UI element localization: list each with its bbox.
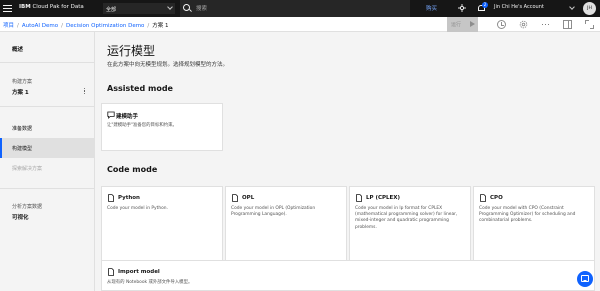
breadcrumb-project[interactable]: AutoAI Demo <box>22 23 58 29</box>
chat-help-button[interactable] <box>577 271 593 287</box>
connections-icon[interactable] <box>458 4 466 12</box>
scenario-sidebar: 概述 构建方案 方案 1 准备数据 构建模型 探索解决方案 分析方案数据 可视化 <box>0 32 95 291</box>
search-input[interactable] <box>196 4 396 13</box>
top-header: IBM Cloud Pak for Data 全部 购买 2 Jin Chi H… <box>0 0 600 17</box>
sidebar-scenario-section: 构建方案 <box>12 79 33 85</box>
breadcrumb-projects[interactable]: 项目 <box>3 23 14 29</box>
document-icon <box>232 194 238 202</box>
notifications-button[interactable]: 2 <box>477 2 488 13</box>
sidebar-item-explore-solution[interactable]: 探索解决方案 <box>0 158 95 178</box>
sidebar-item-prepare-data[interactable]: 准备数据 <box>0 118 95 138</box>
buy-link[interactable]: 购买 <box>426 4 437 12</box>
overflow-menu-icon[interactable] <box>541 20 550 29</box>
search-scope-label: 全部 <box>106 7 117 13</box>
settings-icon[interactable] <box>519 20 528 29</box>
sidebar-item-label: 探索解决方案 <box>12 166 43 172</box>
sidebar-item-build-model[interactable]: 构建模型 <box>0 138 95 158</box>
hamburger-menu-icon[interactable] <box>2 3 13 14</box>
document-icon <box>108 194 114 202</box>
tile-description: Code your model in lp format for CPLEX (… <box>355 206 458 230</box>
breadcrumb: 项目 / AutoAI Demo / Decision Optimization Dem… <box>3 23 169 29</box>
main-content: 运行模型 在此方案中向无模型规划。选择规划模型的方法。 Assisted mod… <box>95 32 600 291</box>
sidebar-item-label: 构建模型 <box>12 146 33 152</box>
product-brand[interactable]: IBM Cloud Pak for Data <box>19 4 84 10</box>
sidebar-scenario-name[interactable]: 方案 1 <box>12 88 29 96</box>
chat-assistant-icon <box>107 111 115 119</box>
sidebar-item-visualization[interactable]: 可视化 <box>12 213 29 221</box>
sidebar-item-label: 准备数据 <box>12 126 33 132</box>
tile-description: 让"建模助手"准备您的目标和约束。 <box>107 123 177 128</box>
tile-description: Code your model in Python. <box>107 206 168 211</box>
breadcrumb-bar: 项目 / AutoAI Demo / Decision Optimization Dem… <box>0 17 600 32</box>
search-scope-dropdown[interactable]: 全部 <box>103 3 175 14</box>
notification-badge: 2 <box>482 2 488 8</box>
scenario-overflow-icon[interactable] <box>84 88 86 94</box>
tile-description: Code your model in OPL (Optimization Pro… <box>231 206 316 218</box>
tile-title: Python <box>118 195 140 201</box>
avatar[interactable]: JH <box>583 2 596 15</box>
search-icon[interactable] <box>183 4 190 11</box>
document-icon <box>356 194 362 202</box>
tile-title: Import model <box>118 269 160 275</box>
import-model-tile[interactable]: Import model 从现有的 Notebook 或外部文件导入模型。 <box>101 260 595 291</box>
assisted-mode-heading: Assisted mode <box>107 84 173 93</box>
history-icon[interactable] <box>497 20 506 29</box>
document-import-icon <box>108 268 114 276</box>
tile-title: CPO <box>490 195 503 201</box>
fullscreen-icon[interactable] <box>585 20 594 29</box>
chevron-down-icon <box>569 4 575 10</box>
brand-name: Cloud Pak for Data <box>32 4 84 10</box>
tile-description: 从现有的 Notebook 或外部文件导入模型。 <box>107 280 193 285</box>
page-subtitle: 在此方案中向无模型规划。选择规划模型的方法。 <box>107 62 229 68</box>
tile-description: Code your model with CPO (Constraint Pro… <box>479 206 576 224</box>
document-icon <box>480 194 486 202</box>
breadcrumb-current: 方案 1 <box>152 23 169 29</box>
tile-title: LP (CPLEX) <box>366 195 401 201</box>
sidebar-divider <box>0 188 95 189</box>
sidebar-divider <box>0 106 95 107</box>
breadcrumb-model[interactable]: Decision Optimization Demo <box>66 23 144 29</box>
sidebar-overview[interactable]: 概述 <box>12 45 23 53</box>
run-button[interactable]: 运行 <box>447 17 478 32</box>
tile-title: OPL <box>242 195 255 201</box>
account-switcher[interactable]: Jin Chi He's Account <box>494 4 544 10</box>
run-label: 运行 <box>451 22 462 28</box>
code-mode-heading: Code mode <box>107 165 158 174</box>
sidebar-analysis-section: 分析方案数据 <box>12 204 43 210</box>
search-bar <box>180 0 410 17</box>
modeling-assistant-tile[interactable]: 建模助手 让"建模助手"准备您的目标和约束。 <box>101 103 223 151</box>
page-title: 运行模型 <box>107 44 156 58</box>
side-panel-icon[interactable] <box>563 20 572 29</box>
sidebar-divider <box>0 62 95 63</box>
play-icon <box>470 21 475 27</box>
chevron-down-icon <box>167 4 173 10</box>
brand-prefix: IBM <box>19 4 31 10</box>
tile-title: 建模助手 <box>116 114 139 120</box>
